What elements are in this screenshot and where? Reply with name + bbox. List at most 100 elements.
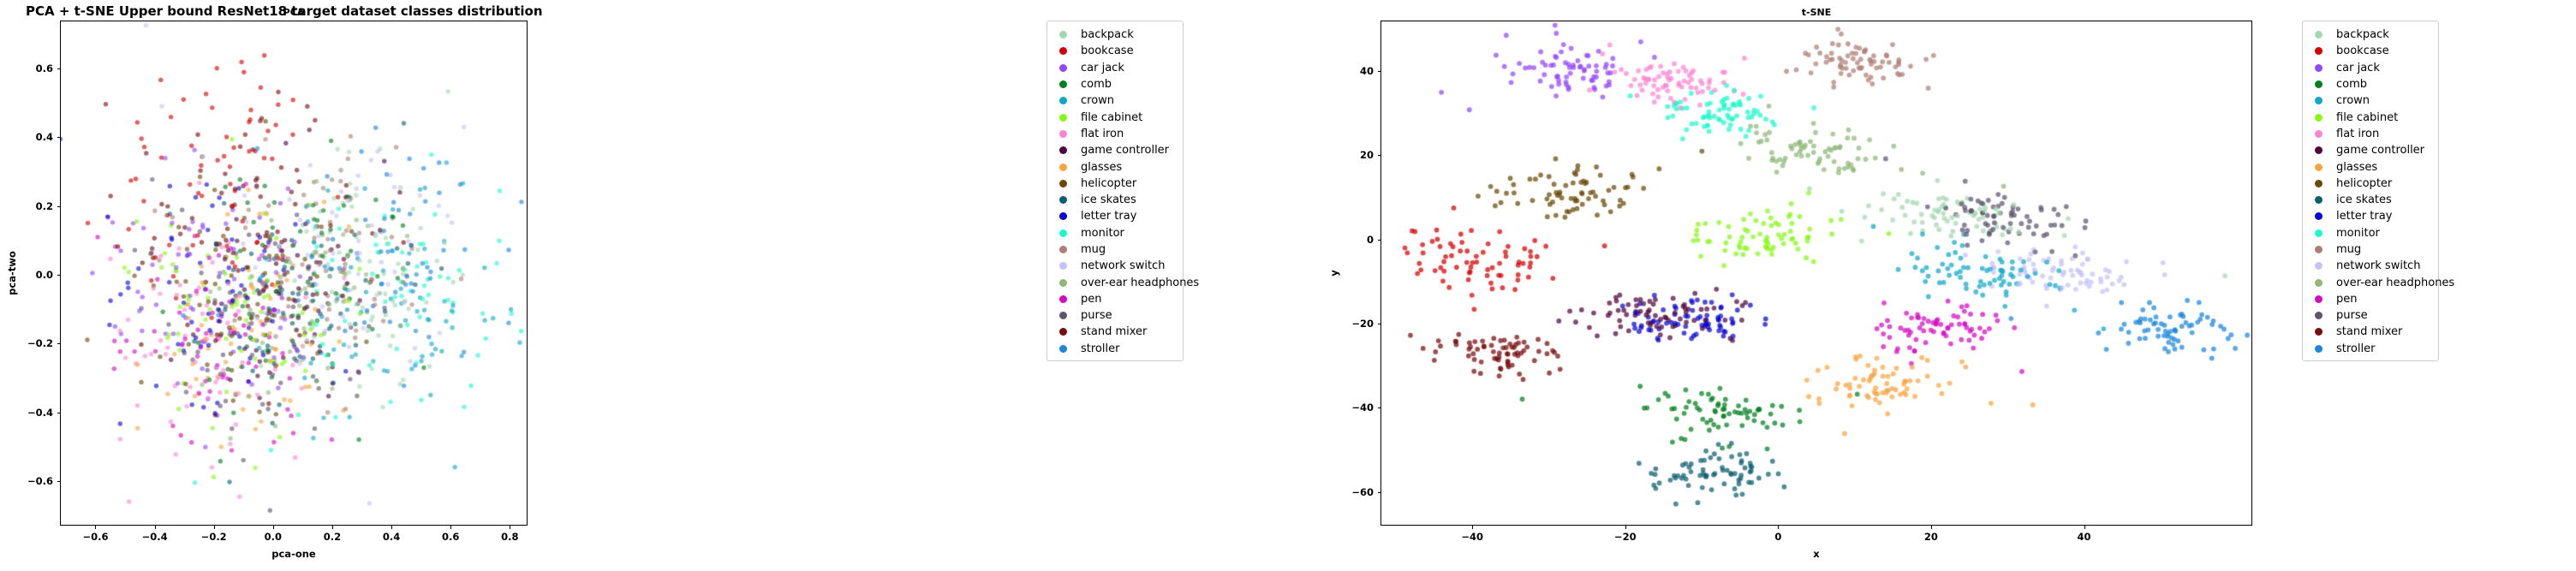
legend-swatch-icon — [2315, 146, 2323, 155]
legend-entry-label: flat iron — [1081, 127, 1124, 140]
pca-axes-title: PCA — [283, 7, 305, 18]
x-tick-label: −0.2 — [200, 531, 227, 543]
legend-swatch-icon — [1059, 31, 1067, 39]
pca-legend-item-entry[interactable]: pen — [1054, 291, 1174, 307]
tsne-legend-item-entry[interactable]: glasses — [2310, 158, 2430, 175]
legend-entry-label: pen — [1081, 292, 1102, 306]
legend-swatch-icon — [2315, 63, 2323, 72]
tsne-legend-item-entry[interactable]: ice skates — [2310, 192, 2430, 208]
x-tick-label: 0.8 — [501, 531, 519, 543]
legend-entry-label: crown — [2336, 94, 2370, 108]
x-tick-label: −0.4 — [141, 531, 168, 543]
x-tick-label: −40 — [1461, 531, 1483, 543]
legend-entry-label: purse — [1081, 309, 1112, 323]
x-tick-label: 0.4 — [382, 531, 401, 543]
x-tickmark — [331, 526, 333, 529]
legend-swatch-icon — [1059, 312, 1067, 320]
x-tickmark — [272, 526, 274, 529]
legend-entry-label: flat iron — [2336, 127, 2380, 140]
y-tick-label: 0.4 — [35, 131, 53, 144]
tsne-scatter-canvas — [1381, 21, 2253, 526]
y-tick-label: −40 — [1351, 401, 1374, 414]
legend-swatch-icon — [1059, 129, 1067, 138]
legend-entry-label: pen — [2336, 292, 2358, 306]
pca-legend-item-entry[interactable]: bookcase — [1054, 43, 1174, 59]
pca-legend-item-entry[interactable]: ice skates — [1054, 192, 1174, 208]
tsne-legend-item-entry[interactable]: comb — [2310, 76, 2430, 92]
legend-entry-label: backpack — [2336, 28, 2389, 42]
tsne-axes — [1380, 21, 2253, 526]
x-tick-label: 0 — [1774, 531, 1782, 543]
legend-entry-label: purse — [2336, 309, 2368, 323]
tsne-legend-item-entry[interactable]: network switch — [2310, 258, 2430, 274]
tsne-legend-item-entry[interactable]: stroller — [2310, 341, 2430, 357]
y-tickmark — [57, 343, 60, 345]
pca-legend-item-entry[interactable]: monitor — [1054, 225, 1174, 241]
legend-entry-label: comb — [1081, 78, 1112, 92]
tsne-legend-item-entry[interactable]: backpack — [2310, 27, 2430, 43]
legend-entry-label: game controller — [1081, 144, 1170, 158]
pca-legend-item-entry[interactable]: game controller — [1054, 142, 1174, 158]
legend-swatch-icon — [1059, 278, 1067, 287]
y-tickmark — [57, 205, 60, 207]
x-tickmark — [95, 526, 97, 529]
y-tick-label: 20 — [1359, 149, 1374, 162]
legend-swatch-icon — [2315, 31, 2323, 39]
y-tick-label: −20 — [1351, 318, 1374, 330]
tsne-panel: t-SNE −40 −20 0 20 40 40 20 0 −20 −40 −60 x y — [1233, 0, 2253, 571]
legend-swatch-icon — [2315, 113, 2323, 122]
pca-legend-item-entry[interactable]: file cabinet — [1054, 109, 1174, 125]
tsne-legend-item-entry[interactable]: pen — [2310, 291, 2430, 307]
tsne-legend-item-entry[interactable]: crown — [2310, 92, 2430, 109]
tsne-legend-item-entry[interactable]: purse — [2310, 307, 2430, 324]
y-tickmark — [57, 68, 60, 70]
tsne-legend-item-entry[interactable]: helicopter — [2310, 175, 2430, 192]
y-tick-label: 40 — [1359, 65, 1374, 77]
x-tickmark — [154, 526, 156, 529]
legend-swatch-icon — [2315, 47, 2323, 56]
pca-legend-item-entry[interactable]: flat iron — [1054, 126, 1174, 142]
legend-entry-label: over-ear headphones — [2336, 276, 2455, 289]
y-tickmark — [1377, 407, 1380, 409]
legend-entry-label: stand mixer — [2336, 325, 2403, 339]
x-tickmark — [2084, 526, 2085, 529]
pca-legend-item-entry[interactable]: car jack — [1054, 60, 1174, 76]
legend-entry-label: mug — [1081, 243, 1106, 256]
tsne-legend-item-entry[interactable]: mug — [2310, 241, 2430, 258]
tsne-legend-item-entry[interactable]: bookcase — [2310, 43, 2430, 59]
pca-scatter-canvas — [61, 21, 528, 526]
pca-legend-item-entry[interactable]: helicopter — [1054, 175, 1174, 192]
tsne-legend-item-entry[interactable]: game controller — [2310, 142, 2430, 158]
legend-swatch-icon — [1059, 246, 1067, 253]
tsne-legend-item-entry[interactable]: letter tray — [2310, 208, 2430, 224]
pca-legend-item-entry[interactable]: crown — [1054, 92, 1174, 109]
tsne-legend-item-entry[interactable]: flat iron — [2310, 126, 2430, 142]
legend-entry-label: file cabinet — [1081, 110, 1143, 124]
y-tick-label: −0.2 — [27, 337, 53, 350]
tsne-legend-item-entry[interactable]: over-ear headphones — [2310, 274, 2454, 290]
legend-swatch-icon — [1059, 262, 1067, 271]
pca-legend-item-entry[interactable]: stand mixer — [1054, 324, 1174, 340]
pca-legend-item-entry[interactable]: letter tray — [1054, 208, 1174, 224]
pca-legend-item-entry[interactable]: network switch — [1054, 258, 1174, 274]
pca-legend-item-entry[interactable]: mug — [1054, 241, 1174, 258]
legend-swatch-icon — [1059, 97, 1067, 105]
x-tickmark — [1930, 526, 1932, 529]
pca-legend-item-entry[interactable]: backpack — [1054, 27, 1174, 43]
tsne-legend-item-entry[interactable]: car jack — [2310, 60, 2430, 76]
tsne-legend-item-entry[interactable]: file cabinet — [2310, 109, 2430, 125]
pca-legend-item-entry[interactable]: purse — [1054, 307, 1174, 324]
pca-ylabel: pca-two — [6, 251, 18, 295]
legend-swatch-icon — [2315, 80, 2323, 89]
legend-entry-label: over-ear headphones — [1081, 276, 1200, 289]
legend-entry-label: network switch — [1081, 259, 1166, 273]
pca-legend-item-entry[interactable]: stroller — [1054, 341, 1174, 357]
figure-canvas: PCA + t-SNE Upper bound ResNet18 target … — [0, 0, 2576, 571]
pca-legend-item-entry[interactable]: over-ear headphones — [1054, 274, 1199, 290]
legend-swatch-icon — [1059, 344, 1067, 353]
pca-legend-item-entry[interactable]: glasses — [1054, 158, 1174, 175]
tsne-axes-title: t-SNE — [1801, 7, 1832, 18]
tsne-legend-item-entry[interactable]: stand mixer — [2310, 324, 2430, 340]
tsne-legend-item-entry[interactable]: monitor — [2310, 225, 2430, 241]
pca-legend-item-entry[interactable]: comb — [1054, 76, 1174, 92]
